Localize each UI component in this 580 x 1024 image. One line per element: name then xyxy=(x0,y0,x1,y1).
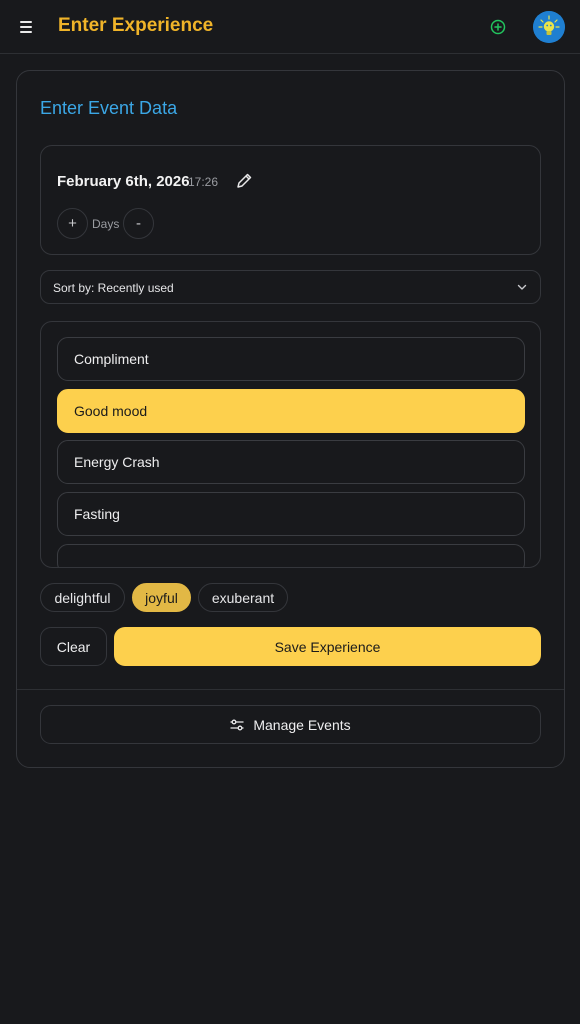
tag-exuberant[interactable]: exuberant xyxy=(198,583,288,612)
tag-joyful[interactable]: joyful xyxy=(132,583,191,612)
page-title: Enter Experience xyxy=(58,15,214,36)
divider xyxy=(17,689,564,690)
pencil-icon[interactable] xyxy=(235,172,253,190)
list-item-compliment[interactable]: Compliment xyxy=(57,337,525,381)
plus-circle-icon[interactable] xyxy=(490,19,506,35)
decrement-days-button[interactable]: - xyxy=(123,208,154,239)
event-time: 17:26 xyxy=(188,175,219,189)
list-item-energy-crash[interactable]: Energy Crash xyxy=(57,440,525,484)
tag-delightful[interactable]: delightful xyxy=(40,583,125,612)
increment-days-button[interactable]: + xyxy=(57,208,88,239)
sort-select[interactable]: Sort by: Recently used xyxy=(40,270,541,304)
clear-button[interactable]: Clear xyxy=(40,627,107,666)
days-label: Days xyxy=(92,217,120,231)
app-header: Enter Experience xyxy=(0,0,580,54)
avatar[interactable] xyxy=(533,11,565,43)
sort-label: Sort by: Recently used xyxy=(53,281,174,295)
event-list[interactable]: Compliment Good mood Energy Crash Fastin… xyxy=(40,321,541,568)
sliders-icon xyxy=(230,719,244,730)
list-item-fasting[interactable]: Fasting xyxy=(57,492,525,536)
manage-events-label: Manage Events xyxy=(253,716,351,733)
event-date: February 6th, 2026 xyxy=(57,173,190,190)
list-item-partial[interactable] xyxy=(57,544,525,567)
event-entry-card: Enter Event Data February 6th, 2026 17:2… xyxy=(16,70,565,768)
chevron-down-icon xyxy=(517,284,527,290)
save-experience-button[interactable]: Save Experience xyxy=(114,627,541,666)
list-item-good-mood[interactable]: Good mood xyxy=(57,389,525,433)
form-title: Enter Event Data xyxy=(40,98,178,118)
manage-events-button[interactable]: Manage Events xyxy=(40,705,541,744)
hamburger-menu-icon[interactable] xyxy=(20,17,38,37)
date-panel: February 6th, 2026 17:26 + Days - xyxy=(40,145,541,255)
lightbulb-avatar-icon xyxy=(533,11,565,43)
